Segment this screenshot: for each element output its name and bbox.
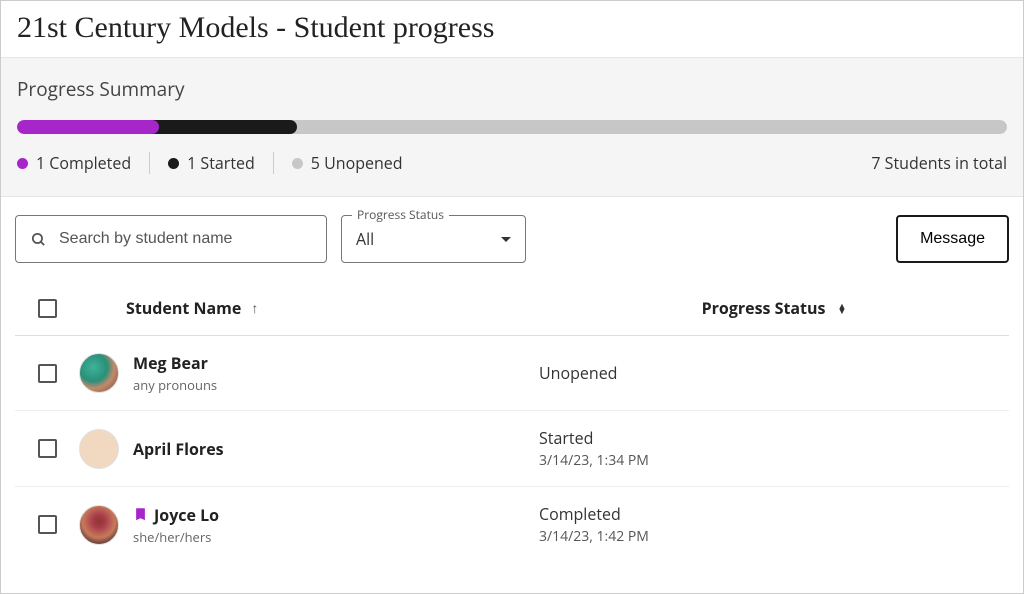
student-name-text: Joyce Lo xyxy=(154,504,219,526)
filter-value: All xyxy=(356,228,374,250)
status-timestamp: 3/14/23, 1:42 PM xyxy=(539,527,649,546)
pronouns: any pronouns xyxy=(133,376,217,394)
filter-label: Progress Status xyxy=(352,206,449,223)
select-all-checkbox[interactable] xyxy=(38,299,57,318)
sort-asc-icon: ↑ xyxy=(251,299,258,318)
column-header-name[interactable]: Student Name ↑ xyxy=(79,297,539,319)
legend-unopened: 5 Unopened xyxy=(274,152,421,174)
progress-bar xyxy=(17,120,1007,134)
row-checkbox[interactable] xyxy=(38,364,57,383)
students-total-label: 7 Students in total xyxy=(871,152,1007,174)
dot-icon xyxy=(17,158,28,169)
legend-completed-label: 1 Completed xyxy=(36,152,131,174)
avatar xyxy=(79,353,119,393)
search-box[interactable] xyxy=(15,215,327,263)
dot-icon xyxy=(292,158,303,169)
status-text: Started xyxy=(539,427,593,449)
row-checkbox[interactable] xyxy=(38,439,57,458)
column-header-name-label: Student Name xyxy=(126,297,241,319)
table-row: Joyce Lo she/her/hers Completed 3/14/23,… xyxy=(15,487,1009,562)
search-icon xyxy=(30,231,47,248)
dot-icon xyxy=(168,158,179,169)
caret-down-icon xyxy=(501,237,511,242)
table-header: Student Name ↑ Progress Status ▲▼ xyxy=(15,271,1009,336)
progress-segment-completed xyxy=(17,120,159,134)
sort-icon: ▲▼ xyxy=(837,303,846,313)
legend-unopened-label: 5 Unopened xyxy=(311,152,403,174)
table-row: Meg Bear any pronouns Unopened xyxy=(15,336,1009,411)
student-name[interactable]: April Flores xyxy=(133,438,224,460)
column-header-status[interactable]: Progress Status ▲▼ xyxy=(539,297,1009,319)
legend-items: 1 Completed 1 Started 5 Unopened xyxy=(17,152,421,174)
avatar xyxy=(79,429,119,469)
legend-started-label: 1 Started xyxy=(187,152,255,174)
status-text: Completed xyxy=(539,503,621,525)
student-name[interactable]: Joyce Lo xyxy=(133,504,219,526)
progress-segment-unopened xyxy=(267,120,1007,134)
row-checkbox[interactable] xyxy=(38,515,57,534)
students-table: Student Name ↑ Progress Status ▲▼ Meg Be… xyxy=(1,271,1023,562)
column-header-status-label: Progress Status xyxy=(702,297,826,319)
pronouns: she/her/hers xyxy=(133,528,219,546)
accommodation-icon xyxy=(133,507,148,522)
status-text: Unopened xyxy=(539,362,617,384)
page-title: 21st Century Models - Student progress xyxy=(1,1,1023,57)
student-name[interactable]: Meg Bear xyxy=(133,352,217,374)
search-input[interactable] xyxy=(59,230,312,248)
table-row: April Flores Started 3/14/23, 1:34 PM xyxy=(15,411,1009,487)
progress-summary-section: Progress Summary 1 Completed 1 Started 5… xyxy=(1,57,1023,197)
avatar xyxy=(79,505,119,545)
message-button[interactable]: Message xyxy=(896,215,1009,263)
legend-completed: 1 Completed xyxy=(17,152,150,174)
status-timestamp: 3/14/23, 1:34 PM xyxy=(539,451,649,470)
summary-title: Progress Summary xyxy=(17,76,1007,102)
legend-started: 1 Started xyxy=(150,152,274,174)
